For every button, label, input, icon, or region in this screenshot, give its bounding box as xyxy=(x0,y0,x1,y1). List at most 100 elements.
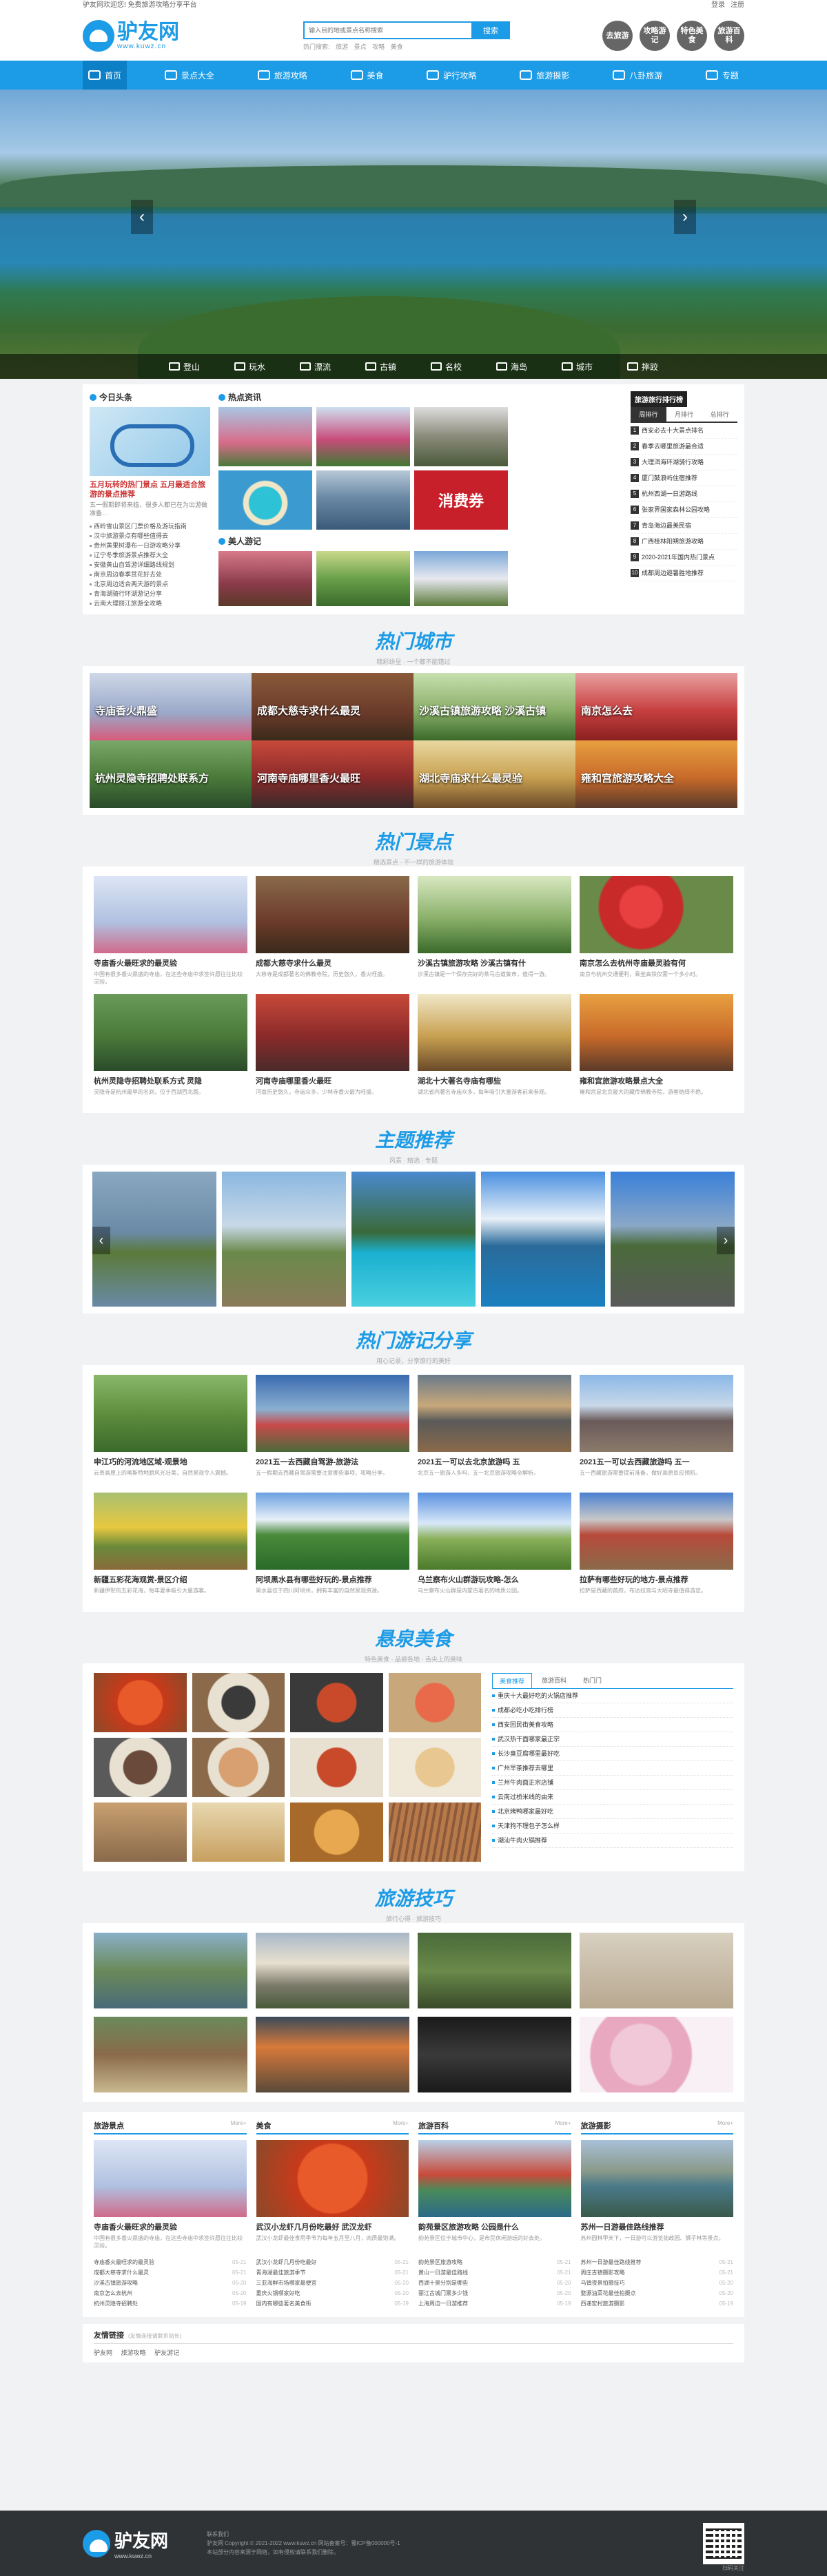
tip-image[interactable] xyxy=(256,2017,409,2092)
list-item[interactable]: 西安回民街美食攻略 xyxy=(492,1718,733,1732)
column-article-title[interactable]: 武汉小龙虾几月份吃最好 武汉龙虾 xyxy=(256,2221,409,2232)
list-item[interactable]: 上海周边一日游推荐 05-19 xyxy=(418,2298,571,2309)
list-item[interactable]: 重庆火锅哪家好吃 05-20 xyxy=(256,2288,409,2298)
tip-image[interactable] xyxy=(94,1933,247,2008)
friend-link[interactable]: 旅游攻略 xyxy=(121,2349,146,2356)
column-image[interactable] xyxy=(418,2140,571,2217)
list-item[interactable]: 6 张家界国家森林公园攻略 xyxy=(631,502,737,518)
tip-image[interactable] xyxy=(418,1933,571,2008)
list-item[interactable]: 1 西安必去十大景点排名 xyxy=(631,423,737,439)
tab-month[interactable]: 月排行 xyxy=(666,407,702,422)
nav-item-home[interactable]: 首页 xyxy=(83,61,127,90)
list-item[interactable]: 潮汕牛肉火锅推荐 xyxy=(492,1834,733,1848)
search-button[interactable]: 搜索 xyxy=(471,21,510,39)
city-card[interactable]: 成都大慈寺求什么最灵 xyxy=(252,673,414,740)
city-card[interactable]: 寺庙香火鼎盛 xyxy=(90,673,252,740)
hot-keyword[interactable]: 美食 xyxy=(391,43,403,50)
hero-next-button[interactable]: › xyxy=(674,200,696,234)
site-logo[interactable]: 驴友网 www.kuwz.cn xyxy=(83,17,221,55)
spot-card[interactable]: 南京怎么去杭州寺庙最灵验有何 南京与杭州交通便利，乘坐高铁仅需一个多小时。 xyxy=(580,876,733,986)
tip-image[interactable] xyxy=(94,2017,247,2092)
note-card[interactable]: 2021五一去西藏自驾游-旅游法 五一假期去西藏自驾游需要注意哪些事项，攻略分享。 xyxy=(256,1375,409,1484)
topic-slide[interactable] xyxy=(92,1172,216,1307)
list-item[interactable]: 沙溪古镇旅游攻略 05-20 xyxy=(94,2278,247,2288)
spot-card[interactable]: 沙溪古镇旅游攻略 沙溪古镇有什 沙溪古镇是一个保存完好的茶马古道集市，值得一游。 xyxy=(418,876,571,986)
friend-link[interactable]: 驴友游记 xyxy=(154,2349,179,2356)
tab-total[interactable]: 总排行 xyxy=(702,407,737,422)
list-item[interactable]: 云南过桥米线的由来 xyxy=(492,1790,733,1805)
hero-tag[interactable]: 登山 xyxy=(168,361,200,373)
note-card[interactable]: 拉萨有哪些好玩的地方-景点推荐 拉萨是西藏的首府，布达拉宫与大昭寺最值得游览。 xyxy=(580,1493,733,1602)
hero-tag[interactable]: 海岛 xyxy=(496,361,527,373)
list-item[interactable]: 辽宁冬季旅游景点推荐大全 xyxy=(90,550,210,560)
list-item[interactable]: 3 大理洱海环湖骑行攻略 xyxy=(631,455,737,470)
list-item[interactable]: 杭州灵隐寺招聘处 05-19 xyxy=(94,2298,247,2309)
list-item[interactable]: 西岭雪山景区门票价格及游玩指南 xyxy=(90,521,210,531)
list-item[interactable]: 贵州黄果树瀑布一日游攻略分享 xyxy=(90,541,210,550)
spot-card[interactable]: 杭州灵隐寺招聘处联系方式 灵隐 灵隐寺是杭州最早的名刹，位于西湖西北面。 xyxy=(94,994,247,1103)
list-item[interactable]: 青海湖最佳旅游季节 05-21 xyxy=(256,2267,409,2278)
list-item[interactable]: 5 杭州西湖一日游路线 xyxy=(631,486,737,502)
spot-card[interactable]: 雍和宫旅游攻略景点大全 雍和宫是北京最大的藏传佛教寺院，游客络绎不绝。 xyxy=(580,994,733,1103)
list-item[interactable]: 北京烤鸭哪家最好吃 xyxy=(492,1805,733,1819)
news-thumb[interactable] xyxy=(218,407,312,466)
tip-image[interactable] xyxy=(256,1933,409,2008)
search-input[interactable] xyxy=(303,21,471,39)
hero-tag[interactable]: 摔跤 xyxy=(626,361,658,373)
hero-tag[interactable]: 玩水 xyxy=(234,361,265,373)
hero-tag[interactable]: 漂流 xyxy=(299,361,331,373)
register-link[interactable]: 注册 xyxy=(731,1,744,9)
note-card[interactable]: 阿坝黑水县有哪些好玩的-景点推荐 黑水县位于四川阿坝州，拥有丰富的自然景观资源。 xyxy=(256,1493,409,1602)
quick-link[interactable]: 去旅游 xyxy=(602,21,633,51)
list-item[interactable]: 武汉小龙虾几月份吃最好 05-21 xyxy=(256,2257,409,2267)
list-item[interactable]: 2 春季去哪里旅游最合适 xyxy=(631,439,737,455)
food-image[interactable] xyxy=(192,1803,285,1862)
food-image[interactable] xyxy=(94,1673,187,1732)
nav-item-food[interactable]: 美食 xyxy=(345,61,389,90)
friend-link[interactable]: 驴友网 xyxy=(94,2349,112,2356)
tab-week[interactable]: 周排行 xyxy=(631,407,666,422)
spot-card[interactable]: 河南寺庙哪里香火最旺 河南历史悠久，寺庙众多，少林寺香火最为旺盛。 xyxy=(256,994,409,1103)
column-article-title[interactable]: 苏州一日游最佳路线推荐 xyxy=(581,2221,734,2232)
list-item[interactable]: 乌镇夜景拍摄技巧 05-20 xyxy=(581,2278,734,2288)
column-image[interactable] xyxy=(256,2140,409,2217)
list-item[interactable]: 寺庙香火最旺求的最灵验 05-21 xyxy=(94,2257,247,2267)
food-image[interactable] xyxy=(290,1673,383,1732)
food-image[interactable] xyxy=(94,1803,187,1862)
nav-item-photo[interactable]: 旅游摄影 xyxy=(514,61,575,90)
food-image[interactable] xyxy=(388,1673,481,1732)
hot-keyword[interactable]: 景点 xyxy=(354,43,367,50)
nav-item-guides[interactable]: 旅游攻略 xyxy=(252,61,313,90)
quick-link[interactable]: 特色美食 xyxy=(677,21,707,51)
note-card[interactable]: 2021五一可以去北京旅游吗 五北京五一旅游人多吗，五一北京旅游攻略全解析。 xyxy=(418,1375,571,1484)
more-link[interactable]: More+ xyxy=(393,2120,409,2131)
news-thumb[interactable] xyxy=(218,470,312,530)
list-item[interactable]: 7 青岛海边最美民宿 xyxy=(631,518,737,534)
slider-next-button[interactable]: › xyxy=(717,1227,735,1254)
list-item[interactable]: 广州早茶推荐去哪里 xyxy=(492,1761,733,1776)
tab-food-recommend[interactable]: 美食推荐 xyxy=(492,1673,533,1688)
footer-logo[interactable]: 驴友网 www.kuwz.cn xyxy=(83,2527,200,2559)
list-item[interactable]: 成都大慈寺求什么最灵 05-21 xyxy=(94,2267,247,2278)
list-item[interactable]: 西湖十景分别是哪些 05-20 xyxy=(418,2278,571,2288)
spot-card[interactable]: 湖北十大著名寺庙有哪些 湖北省内著名寺庙众多，每年吸引大量游客前来参观。 xyxy=(418,994,571,1103)
list-item[interactable]: 成都必吃小吃排行榜 xyxy=(492,1703,733,1718)
list-item[interactable]: 南京周边春季赏花好去处 xyxy=(90,570,210,579)
quick-link[interactable]: 攻略游记 xyxy=(640,21,670,51)
list-item[interactable]: 武汉热干面哪家最正宗 xyxy=(492,1732,733,1747)
column-article-title[interactable]: 韵苑景区旅游攻略 公园是什么 xyxy=(418,2221,571,2232)
list-item[interactable]: 国内有哪些著名美食街 05-19 xyxy=(256,2298,409,2309)
list-item[interactable]: 重庆十大最好吃的火锅店推荐 xyxy=(492,1689,733,1703)
list-item[interactable]: 8 广西桂林阳朔旅游攻略 xyxy=(631,534,737,550)
list-item[interactable]: 丽江古城门票多少钱 05-20 xyxy=(418,2288,571,2298)
city-card[interactable]: 河南寺庙哪里香火最旺 xyxy=(252,740,414,808)
food-image[interactable] xyxy=(290,1738,383,1797)
topic-slide[interactable] xyxy=(351,1172,476,1307)
topic-slide[interactable] xyxy=(222,1172,346,1307)
list-item[interactable]: 韵苑景区旅游攻略 05-21 xyxy=(418,2257,571,2267)
nav-item-gossip[interactable]: 八卦旅游 xyxy=(607,61,668,90)
tip-image[interactable] xyxy=(580,1933,733,2008)
footer-contact[interactable]: 联系我们 xyxy=(207,2530,400,2539)
more-link[interactable]: More+ xyxy=(717,2120,733,2131)
news-thumb[interactable] xyxy=(316,407,410,466)
